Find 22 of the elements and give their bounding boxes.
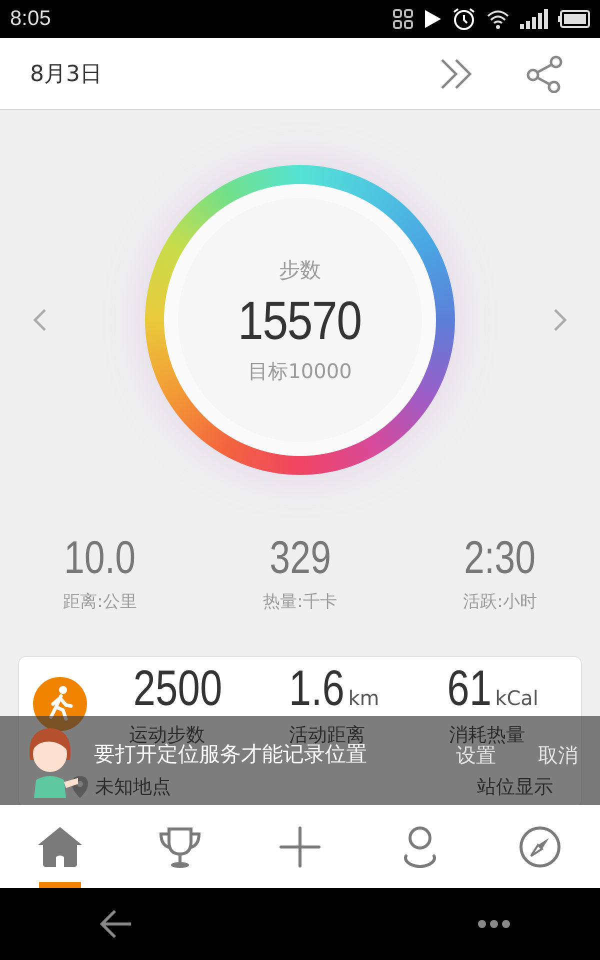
toast-action-button[interactable]: 取消 (538, 744, 578, 766)
stat-label: 活跃:小时 (463, 591, 537, 613)
stat-label: 热量:千卡 (263, 591, 337, 613)
stat-value: 10.0 (64, 530, 136, 584)
metric-value: 1.6 (288, 661, 344, 716)
goal-text: 目标10000 (248, 358, 352, 384)
stat-value: 329 (269, 530, 331, 584)
steps-count: 15570 (238, 290, 362, 352)
stat-value: 2:30 (464, 530, 536, 584)
stat-label: 距离:公里 (63, 591, 137, 613)
metric-unit: kCal (495, 686, 538, 710)
toast-message: 要打开定位服务才能记录位置 (94, 742, 367, 766)
date-title: 8月3日 (30, 60, 102, 88)
toast-action-button[interactable]: 设置 (456, 744, 496, 766)
metric-label: 消耗热量 (449, 723, 525, 746)
status-time: 8:05 (10, 7, 51, 31)
steps-label: 步数 (279, 256, 321, 284)
metric-unit: km (348, 686, 380, 710)
location-name: 未知地点 (95, 776, 171, 798)
metric-value: 61 (446, 661, 492, 716)
location-action-link[interactable]: 站位显示 (477, 774, 553, 800)
metric-value: 2500 (134, 661, 223, 716)
